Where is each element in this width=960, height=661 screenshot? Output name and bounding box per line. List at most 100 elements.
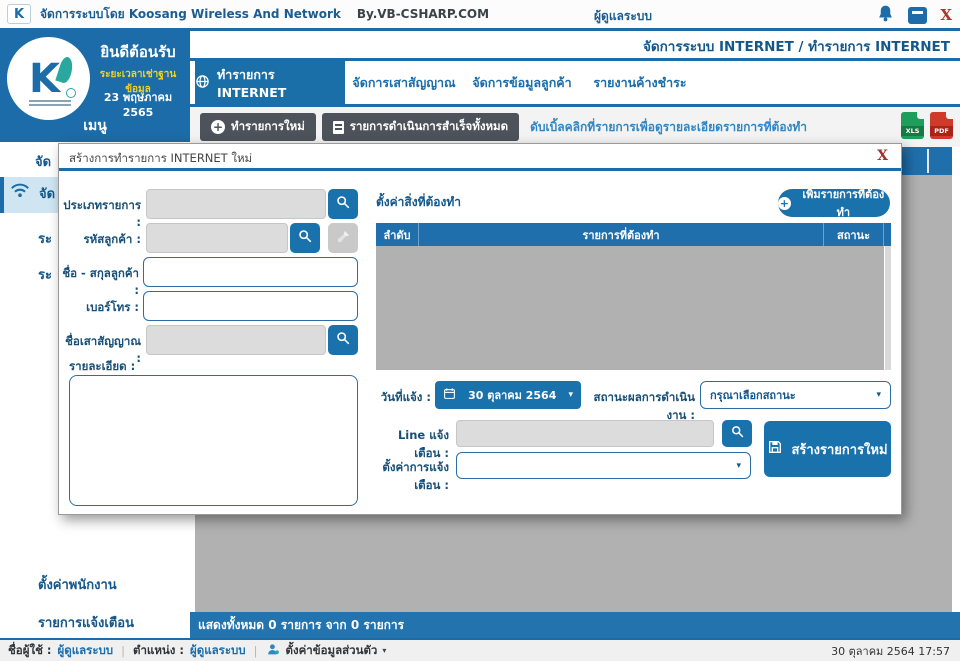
phone-input[interactable] xyxy=(143,291,358,321)
detail-textarea[interactable] xyxy=(69,375,358,506)
sidebar-header: K ยินดีต้อนรับ ระยะเวลาเช่าฐานข้อมูล 23 … xyxy=(0,31,190,142)
customer-name-input[interactable] xyxy=(143,257,358,287)
customer-search-button[interactable] xyxy=(290,223,320,253)
report-date-picker[interactable]: 30 ตุลาคม 2564 ▾ xyxy=(435,381,581,409)
tab-internet-transactions[interactable]: ทำรายการ INTERNET xyxy=(195,61,345,104)
new-transaction-label: ทำรายการใหม่ xyxy=(231,119,305,133)
company-logo: K xyxy=(7,37,90,120)
todo-header-scroll-gap xyxy=(884,223,891,246)
search-icon xyxy=(335,194,351,214)
chevron-down-icon: ▾ xyxy=(876,390,881,400)
position-label: ตำแหน่ง : xyxy=(132,642,184,657)
window-titlebar: K จัดการระบบโดย Koosang Wireless And Net… xyxy=(0,0,960,31)
tab-customer-data[interactable]: จัดการข้อมูลลูกค้า xyxy=(463,61,581,104)
logo-globe-icon xyxy=(66,88,76,98)
completed-transactions-label: รายการดำเนินการสำเร็จทั้งหมด xyxy=(349,119,509,133)
todo-section-label: ตั้งค่าสิ่งที่ต้องทำ xyxy=(376,195,462,209)
position-value[interactable]: ผู้ดูแลระบบ xyxy=(190,642,246,660)
type-label: ประเภทรายการ : xyxy=(63,198,141,229)
completed-transactions-button[interactable]: รายการดำเนินการสำเร็จทั้งหมด xyxy=(321,113,520,141)
todo-col-index: ลำดับ xyxy=(376,223,419,246)
plus-icon: + xyxy=(778,196,791,210)
app-window: K จัดการระบบโดย Koosang Wireless And Net… xyxy=(0,0,960,661)
search-icon xyxy=(730,424,745,443)
sidebar-item-notifications[interactable]: รายการแจ้งเตือน xyxy=(0,609,190,639)
dialog-title: สร้างการทำรายการ INTERNET ใหม่ xyxy=(69,151,253,165)
tab-label: ทำรายการ INTERNET xyxy=(217,67,287,100)
todo-scrollbar[interactable] xyxy=(884,246,891,370)
search-icon xyxy=(297,228,313,248)
todo-col-status: สถานะ xyxy=(824,223,884,246)
separator: | xyxy=(121,643,125,658)
profile-settings-button[interactable]: ตั้งค่าข้อมูลส่วนตัว ▾ xyxy=(267,642,386,660)
page-header: จัดการระบบ INTERNET / ทำรายการ INTERNET xyxy=(190,31,960,61)
customer-code-label: รหัสลูกค้า : xyxy=(83,232,141,246)
todo-table-body xyxy=(376,246,891,370)
window-icon[interactable] xyxy=(908,7,928,24)
plus-icon: + xyxy=(211,120,225,134)
welcome-text: ยินดีต้อนรับ xyxy=(100,43,176,61)
app-logo-small: K xyxy=(7,4,31,24)
username-label: ชื่อผู้ใช้ : xyxy=(8,642,52,657)
line-alert-label: Line แจ้งเตือน : xyxy=(397,428,449,460)
alert-settings-label: ตั้งค่าการแจ้งเตือน : xyxy=(382,460,449,492)
tabstrip: ทำรายการ INTERNET จัดการเสาสัญญาณ จัดการ… xyxy=(190,61,960,107)
profile-settings-label: ตั้งค่าข้อมูลส่วนตัว xyxy=(285,642,378,657)
topbar-user-label: ผู้ดูแลระบบ xyxy=(594,9,653,23)
result-status-value: กรุณาเลือกสถานะ xyxy=(710,389,796,402)
tower-input[interactable] xyxy=(146,325,326,355)
export-pdf-icon[interactable]: PDF xyxy=(930,112,953,139)
customer-code-input[interactable] xyxy=(146,223,288,253)
type-input[interactable] xyxy=(146,189,326,219)
todo-table[interactable]: ลำดับ รายการที่ต้องทำ สถานะ xyxy=(376,223,891,370)
dialog-close-icon[interactable]: X xyxy=(877,148,888,164)
create-transaction-button[interactable]: สร้างรายการใหม่ xyxy=(764,421,891,477)
broom-icon xyxy=(336,229,351,248)
person-icon xyxy=(267,643,280,659)
file-fold xyxy=(946,112,953,119)
chevron-down-icon: ▾ xyxy=(736,460,741,471)
new-transaction-button[interactable]: + ทำรายการใหม่ xyxy=(200,113,316,141)
dialog-titlebar: สร้างการทำรายการ INTERNET ใหม่ X xyxy=(59,144,901,171)
create-transaction-label: สร้างรายการใหม่ xyxy=(791,442,888,458)
line-search-button[interactable] xyxy=(722,420,752,447)
username-value[interactable]: ผู้ดูแลระบบ xyxy=(57,642,113,660)
app-byline: By.VB-CSHARP.COM xyxy=(356,7,490,21)
sidebar-item-staff-settings[interactable]: ตั้งค่าพนักงาน xyxy=(0,571,190,601)
tower-search-button[interactable] xyxy=(328,325,358,355)
chevron-down-icon: ▾ xyxy=(382,646,387,655)
page-title: จัดการระบบ INTERNET / ทำรายการ INTERNET xyxy=(642,39,950,55)
xls-label: XLS xyxy=(901,126,924,136)
bell-icon[interactable] xyxy=(876,4,895,27)
add-todo-label: เพิ่มรายการที่ต้องทำ xyxy=(802,188,885,219)
status-bar: ชื่อผู้ใช้ : ผู้ดูแลระบบ | ตำแหน่ง : ผู้… xyxy=(0,638,960,661)
clear-customer-button[interactable] xyxy=(328,223,358,253)
toolbar: + ทำรายการใหม่ รายการดำเนินการสำเร็จทั้ง… xyxy=(190,107,960,147)
todo-table-header: ลำดับ รายการที่ต้องทำ สถานะ xyxy=(376,223,891,246)
app-title: จัดการระบบโดย Koosang Wireless And Netwo… xyxy=(40,6,341,21)
customer-name-label: ชื่อ - สกุลลูกค้า : xyxy=(62,266,139,297)
wifi-icon xyxy=(10,177,30,213)
tab-overdue-report[interactable]: รายงานค้างชำระ xyxy=(581,61,699,104)
report-date-value: 30 ตุลาคม 2564 xyxy=(468,389,557,402)
tab-tower-management[interactable]: จัดการเสาสัญญาณ xyxy=(345,61,463,104)
chevron-down-icon: ▾ xyxy=(568,390,573,400)
report-date-label: วันที่แจ้ง : xyxy=(380,390,431,404)
double-click-hint: ดับเบิ้ลคลิกที่รายการเพื่อดูรายละเอียดรา… xyxy=(530,119,808,134)
pdf-label: PDF xyxy=(930,126,953,136)
type-search-button[interactable] xyxy=(328,189,358,219)
clock-datetime: 30 ตุลาคม 2564 17:57 xyxy=(831,644,950,658)
todo-col-task: รายการที่ต้องทำ xyxy=(419,223,824,246)
menu-heading: เมนู xyxy=(83,118,107,134)
result-status-dropdown[interactable]: กรุณาเลือกสถานะ ▾ xyxy=(700,381,891,409)
close-icon[interactable]: X xyxy=(940,7,952,24)
add-todo-button[interactable]: + เพิ่มรายการที่ต้องทำ xyxy=(778,188,890,219)
export-xls-icon[interactable]: XLS xyxy=(901,112,924,139)
detail-label: รายละเอียด : xyxy=(69,359,136,373)
new-internet-transaction-dialog: สร้างการทำรายการ INTERNET ใหม่ X ประเภทร… xyxy=(58,143,902,515)
separator: | xyxy=(253,643,258,658)
search-icon xyxy=(335,330,351,350)
line-alert-input[interactable] xyxy=(456,420,714,447)
calendar-icon xyxy=(443,387,456,403)
alert-settings-dropdown[interactable]: ▾ xyxy=(456,452,751,479)
